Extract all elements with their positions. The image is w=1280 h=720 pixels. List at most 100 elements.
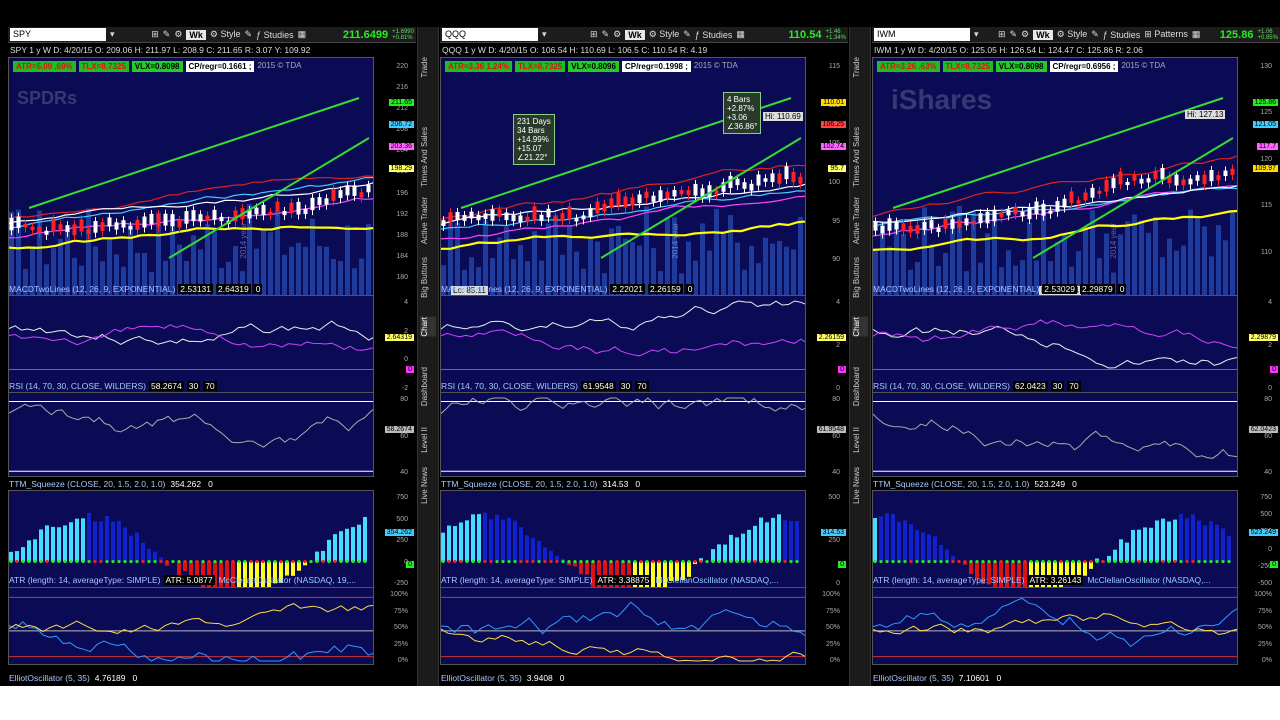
sidebar-tab-live-news[interactable]: Live News [852, 467, 868, 504]
chart-toolbar: IWM ▾ ⊞ ✎ ⚙ Wk ⚙ Style ✎ ƒ Studies ⊞ Pat… [872, 27, 1280, 43]
macd-tag: 2.29879 [1248, 334, 1278, 342]
ttm-title[interactable]: TTM_Squeeze (CLOSE, 20, 1.5, 2.0, 1.0) 31… [441, 479, 643, 490]
drawing-icon[interactable]: ✎ [1009, 29, 1017, 40]
atr-chart[interactable] [440, 587, 806, 665]
ttm-chart[interactable] [440, 490, 806, 588]
atr-title[interactable]: ATR (length: 14, averageType: SIMPLE) ATR… [9, 575, 356, 586]
sidebar-tab-trade[interactable]: Trade [852, 57, 868, 78]
symbol-lookup-icon[interactable]: ▾ [110, 29, 115, 40]
style-button[interactable]: ⚙ Style [1057, 29, 1088, 40]
squeeze-bar [1137, 529, 1141, 562]
symbol-input[interactable]: QQQ [442, 28, 538, 41]
ttm-chart[interactable] [872, 490, 1238, 588]
macd-chart[interactable] [8, 295, 374, 393]
squeeze-bar [921, 532, 925, 562]
macd-chart[interactable] [872, 295, 1238, 393]
sidebar-tab-times-and-sales[interactable]: Times And Sales [852, 127, 868, 187]
link-icon[interactable]: ⊞ [590, 29, 598, 40]
elliot-title[interactable]: ElliotOscillator (5, 35) 4.76189 0 [9, 673, 140, 684]
studies-button[interactable]: ƒ Studies [256, 30, 294, 40]
draw-button[interactable]: ✎ [245, 29, 253, 40]
elliot-title[interactable]: ElliotOscillator (5, 35) 7.10601 0 [873, 673, 1004, 684]
draw-button[interactable]: ✎ [1091, 29, 1099, 40]
squeeze-dot [285, 559, 289, 564]
symbol-input[interactable]: IWM [874, 28, 970, 41]
price-chart[interactable]: ATR=3.26 .63% TLX=8.7325 VLX=0.8098 CP/regr… [872, 57, 1238, 303]
price-chart[interactable]: ATR=3.36 1.24% TLX=8.7325 VLX=0.8096 CP/reg… [440, 57, 806, 303]
symbol-lookup-icon[interactable]: ▾ [542, 29, 547, 40]
drawing-icon[interactable]: ✎ [163, 29, 171, 40]
sidebar-tab-chart[interactable]: Chart [852, 317, 868, 337]
sidebar-tab-chart[interactable]: Chart [420, 317, 436, 337]
candle [1181, 175, 1186, 191]
sidebar-tab-dashboard[interactable]: Dashboard [852, 367, 868, 406]
measure-callout[interactable]: 4 Bars +2.87% +3.06 ∠36.86° [723, 92, 762, 134]
sidebar-tab-live-news[interactable]: Live News [420, 467, 436, 504]
grid-icon[interactable]: ▦ [298, 29, 307, 40]
price-scale[interactable]: 115110105100959085110.01106.25102.7495.7 [806, 57, 848, 303]
studies-button[interactable]: ƒ Studies [695, 30, 733, 40]
macd-chart[interactable] [440, 295, 806, 393]
rsi-chart[interactable] [8, 392, 374, 477]
macd-title[interactable]: MACDTwoLines (12, 26, 9, EXPONENTIAL) 2.5… [9, 284, 263, 295]
sidebar-tab-dashboard[interactable]: Dashboard [420, 367, 436, 406]
sidebar-tab-level-ii[interactable]: Level II [852, 427, 868, 453]
timeframe-button[interactable]: Wk [625, 29, 645, 40]
atr-title[interactable]: ATR (length: 14, averageType: SIMPLE) ATR… [441, 575, 779, 586]
price-scale[interactable]: 220216212208204200196192188184180176211.… [374, 57, 416, 303]
grid-icon[interactable]: ▦ [736, 29, 745, 40]
draw-button[interactable]: ✎ [683, 29, 691, 40]
rsi-title[interactable]: RSI (14, 70, 30, CLOSE, WILDERS) 62.0423 3… [873, 381, 1081, 392]
studies-button[interactable]: ƒ Studies [1103, 30, 1141, 40]
style-button[interactable]: ⚙ Style [649, 29, 680, 40]
sidebar-tab-active-trader[interactable]: Active Trader [852, 197, 868, 244]
atr-chart[interactable] [872, 587, 1238, 665]
rsi-title[interactable]: RSI (14, 70, 30, CLOSE, WILDERS) 58.2674 3… [9, 381, 217, 392]
patterns-button[interactable]: ⊞ Patterns [1144, 29, 1188, 40]
sidebar-tab-trade[interactable]: Trade [420, 57, 436, 78]
timeframe-button[interactable]: Wk [186, 29, 206, 40]
settings-icon[interactable]: ⚙ [613, 29, 621, 40]
symbol-input[interactable]: SPY [10, 28, 106, 41]
ttm-chart[interactable] [8, 490, 374, 588]
sidebar-tab-times-and-sales[interactable]: Times And Sales [420, 127, 436, 187]
macd-title[interactable]: MACDTwoLines (12, 26, 9, EXPONENTIAL) 2.2… [441, 284, 695, 295]
drawing-icon[interactable]: ✎ [602, 29, 610, 40]
price-chart[interactable]: ATR=5.09 .69% TLX=8.7325 VLX=0.8098 CP/regr… [8, 57, 374, 303]
rsi-chart[interactable] [440, 392, 806, 477]
squeeze-bar [105, 515, 109, 562]
ttm-title[interactable]: TTM_Squeeze (CLOSE, 20, 1.5, 2.0, 1.0) 35… [9, 479, 215, 490]
squeeze-dot [201, 559, 205, 564]
rsi-title[interactable]: RSI (14, 70, 30, CLOSE, WILDERS) 61.9548 3… [441, 381, 649, 392]
elliot-title[interactable]: ElliotOscillator (5, 35) 3.9408 0 [441, 673, 567, 684]
atr-title[interactable]: ATR (length: 14, averageType: SIMPLE) ATR… [873, 575, 1211, 586]
volume-bar [1167, 238, 1172, 302]
candle [1223, 166, 1228, 182]
settings-icon[interactable]: ⚙ [1021, 29, 1029, 40]
squeeze-dot [1059, 559, 1063, 564]
link-icon[interactable]: ⊞ [998, 29, 1006, 40]
sidebar-tab-big-buttons[interactable]: Big Buttons [420, 257, 436, 298]
settings-icon[interactable]: ⚙ [174, 29, 182, 40]
symbol-lookup-icon[interactable]: ▾ [974, 29, 979, 40]
macd-study-name: MACDTwoLines (12, 26, 9, EXPONENTIAL) [441, 284, 608, 294]
squeeze-bar [363, 516, 367, 562]
rsi-chart[interactable] [872, 392, 1238, 477]
squeeze-dot [357, 559, 361, 564]
sidebar-tab-active-trader[interactable]: Active Trader [420, 197, 436, 244]
grid-icon[interactable]: ▦ [1192, 29, 1201, 40]
style-button[interactable]: ⚙ Style [210, 29, 241, 40]
price-scale[interactable]: 130125120115110105125.86121.05117.7109.9… [1238, 57, 1280, 303]
squeeze-dot [957, 559, 961, 564]
sidebar-tab-big-buttons[interactable]: Big Buttons [852, 257, 868, 298]
sidebar-tab-level-ii[interactable]: Level II [420, 427, 436, 453]
link-icon[interactable]: ⊞ [151, 29, 159, 40]
ttm-title[interactable]: TTM_Squeeze (CLOSE, 20, 1.5, 2.0, 1.0) 52… [873, 479, 1079, 490]
measure-callout[interactable]: 231 Days 34 Bars +14.99% +15.07 ∠21.22° [513, 114, 555, 165]
squeeze-bar [177, 561, 181, 576]
atr-chart[interactable] [8, 587, 374, 665]
timeframe-button[interactable]: Wk [1033, 29, 1053, 40]
squeeze-dot [291, 559, 295, 564]
macd-title[interactable]: MACDTwoLines (12, 26, 9, EXPONENTIAL) 2.5… [873, 284, 1127, 295]
badge-cp: CP/regr=0.6956 ; [1049, 61, 1119, 72]
